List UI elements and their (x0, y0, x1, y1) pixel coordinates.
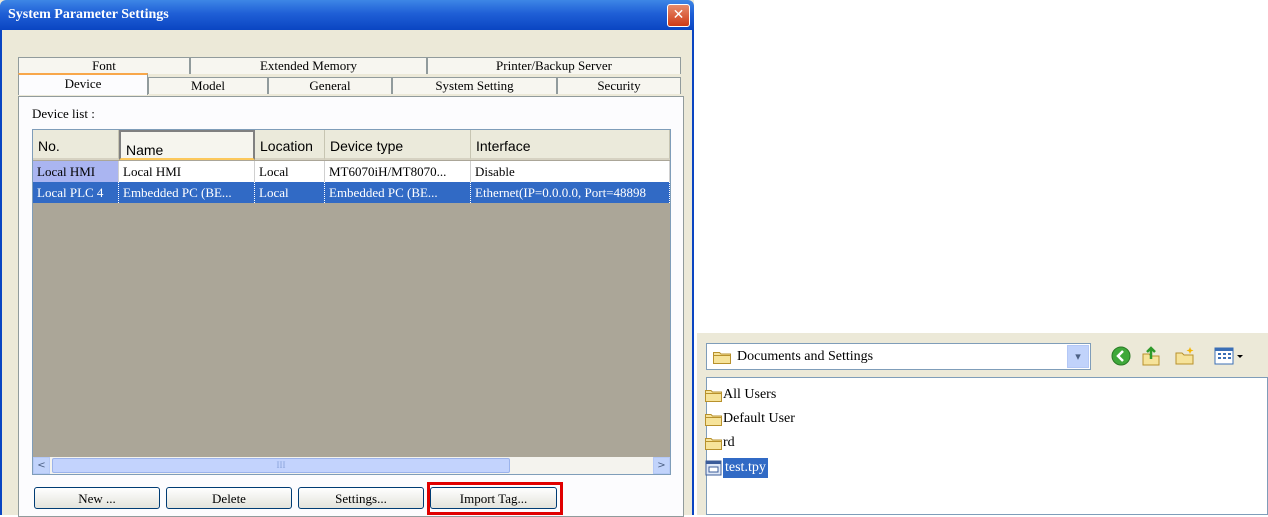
item-label: Default User (723, 411, 795, 426)
folder-icon (705, 414, 722, 426)
tab-model[interactable]: Model (148, 77, 268, 94)
tab-printer-backup-server-label: Printer/Backup Server (496, 58, 612, 73)
table-row[interactable]: Local PLC 4 Embedded PC (BE... Local Emb… (33, 182, 670, 203)
settings-button[interactable]: Settings... (298, 487, 424, 509)
item-label: rd (723, 435, 735, 450)
file-icon (705, 460, 722, 476)
scroll-right-button[interactable]: > (653, 457, 670, 474)
address-text: Documents and Settings (737, 349, 874, 364)
back-icon[interactable] (1110, 345, 1132, 367)
cell-location: Local (255, 182, 325, 203)
cell-location: Local (255, 161, 325, 182)
horizontal-scrollbar[interactable]: < III > (33, 457, 670, 474)
tab-general-label: General (309, 78, 351, 93)
cell-name: Local HMI (119, 161, 255, 182)
cell-no: Local PLC 4 (33, 182, 119, 203)
column-header-location-label: Location (260, 138, 313, 154)
views-menu-icon[interactable] (1213, 345, 1247, 367)
item-label: All Users (723, 387, 777, 402)
new-button[interactable]: New ... (34, 487, 160, 509)
tab-font[interactable]: Font (18, 57, 190, 74)
title-bar[interactable]: System Parameter Settings ✕ (0, 0, 694, 30)
column-header-no-label: No. (38, 138, 60, 154)
tab-model-label: Model (191, 78, 225, 93)
up-folder-icon[interactable] (1140, 345, 1162, 367)
cell-name: Embedded PC (BE... (119, 182, 255, 203)
column-header-location[interactable]: Location (255, 130, 325, 160)
column-header-device-type[interactable]: Device type (325, 130, 471, 160)
new-folder-icon[interactable] (1174, 345, 1196, 367)
tab-device-label: Device (64, 76, 102, 91)
column-header-name-label: Name (126, 142, 164, 158)
cell-interface: Disable (471, 161, 670, 182)
dialog-title: System Parameter Settings (8, 7, 169, 22)
tab-font-label: Font (92, 58, 116, 73)
tab-system-setting-label: System Setting (435, 78, 514, 93)
folder-icon (713, 352, 731, 364)
scroll-thumb[interactable]: III (52, 458, 510, 473)
device-list[interactable]: No. Name Location Device type Interface … (32, 129, 671, 475)
cell-device-type: Embedded PC (BE... (325, 182, 471, 203)
item-label: test.tpy (723, 458, 768, 478)
table-row[interactable]: Local HMI Local HMI Local MT6070iH/MT807… (33, 161, 670, 182)
column-header-name[interactable]: Name (119, 130, 255, 160)
tab-printer-backup-server[interactable]: Printer/Backup Server (427, 57, 681, 74)
tab-extended-memory-label: Extended Memory (259, 58, 358, 73)
chevron-down-icon[interactable]: ▾ (1067, 345, 1089, 368)
scroll-left-button[interactable]: < (33, 457, 50, 474)
device-list-label: Device list : (32, 106, 95, 121)
file-list[interactable] (706, 377, 1268, 515)
import-tag-highlight (427, 482, 563, 515)
folder-icon (705, 438, 722, 450)
delete-button[interactable]: Delete (166, 487, 292, 509)
tab-extended-memory[interactable]: Extended Memory (190, 57, 427, 74)
address-combo[interactable]: Documents and Settings ▾ (706, 343, 1091, 370)
column-header-no[interactable]: No. (33, 130, 119, 160)
cell-device-type: MT6070iH/MT8070... (325, 161, 471, 182)
cell-interface: Ethernet(IP=0.0.0.0, Port=48898 (471, 182, 670, 203)
tab-system-setting[interactable]: System Setting (392, 77, 557, 94)
tab-general[interactable]: General (268, 77, 392, 94)
column-header-interface-label: Interface (476, 138, 531, 154)
tab-security-label: Security (597, 78, 641, 93)
column-header-device-type-label: Device type (330, 138, 404, 154)
folder-icon (705, 390, 722, 402)
tab-device[interactable]: Device (18, 73, 148, 95)
tab-security[interactable]: Security (557, 77, 681, 94)
column-header-interface[interactable]: Interface (471, 130, 670, 160)
cell-no: Local HMI (33, 161, 119, 182)
close-button[interactable]: ✕ (667, 4, 690, 27)
